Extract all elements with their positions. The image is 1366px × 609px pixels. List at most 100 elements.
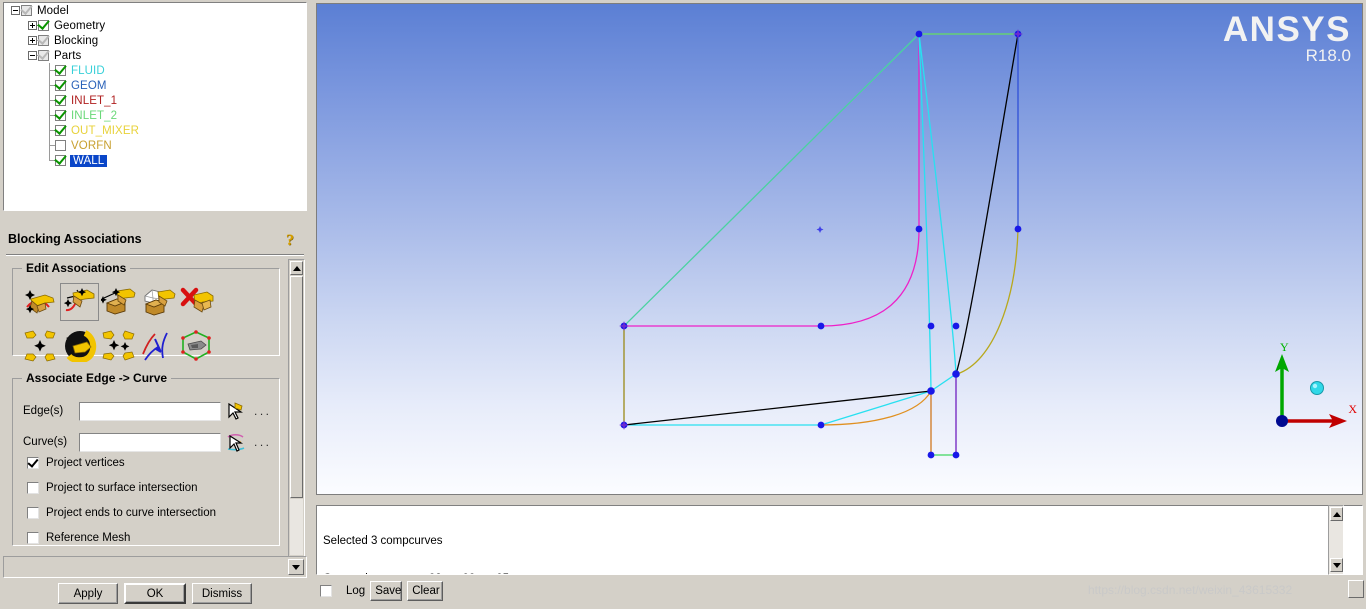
tree-item-vorfn[interactable]: VORFN xyxy=(4,138,306,153)
associate-vertex-to-point-icon[interactable] xyxy=(21,283,60,321)
select-edges-cursor-icon[interactable] xyxy=(224,401,248,422)
tree-item-geometry[interactable]: Geometry xyxy=(4,18,306,33)
message-log-text: Selected 3 compcurves Grouped curves: cr… xyxy=(323,510,509,575)
update-all-associations-icon[interactable] xyxy=(177,327,216,365)
message-scroll-down-button[interactable] xyxy=(1330,558,1343,572)
tree-item-label: FLUID xyxy=(71,64,105,77)
tree-item-model[interactable]: Model xyxy=(4,3,306,18)
collapse-minus-icon[interactable] xyxy=(28,51,37,60)
project-vertices-row[interactable]: Project vertices xyxy=(27,457,125,469)
tree-item-parts[interactable]: Parts xyxy=(4,48,306,63)
project-vertices-label: Project vertices xyxy=(46,457,125,469)
panel-bottom-strip[interactable] xyxy=(3,556,307,578)
association-icon-row-1 xyxy=(21,283,216,321)
tree-checkbox[interactable] xyxy=(55,155,66,166)
select-curves-cursor-icon[interactable] xyxy=(224,432,248,453)
panel-scroll-track[interactable] xyxy=(290,499,303,555)
apply-button[interactable]: Apply xyxy=(58,583,118,604)
move-vertex-to-point-icon[interactable] xyxy=(99,327,138,365)
panel-scroll-thumb[interactable] xyxy=(290,276,303,498)
tree-checkbox[interactable] xyxy=(38,20,49,31)
curve-field-label: Curve(s) xyxy=(23,436,68,448)
panel-vertical-scrollbar[interactable] xyxy=(288,259,305,572)
collapse-minus-icon[interactable] xyxy=(11,6,20,15)
tree-checkbox[interactable] xyxy=(38,35,49,46)
curve-more-dots[interactable]: ... xyxy=(254,435,272,449)
message-line: Grouped curves: crv.02 crv.00 crv.05 xyxy=(323,573,509,575)
project-vertices-checkbox[interactable] xyxy=(27,457,39,469)
tree-checkbox[interactable] xyxy=(21,5,32,16)
axis-label-x: X xyxy=(1348,402,1357,416)
curve-field-row: Curve(s) ... xyxy=(23,431,272,453)
project-surface-intersection-row[interactable]: Project to surface intersection xyxy=(27,482,198,494)
message-scroll-up-button[interactable] xyxy=(1330,507,1343,521)
expand-plus-icon[interactable] xyxy=(28,21,37,30)
project-ends-curve-intersection-label: Project ends to curve intersection xyxy=(46,507,217,519)
expand-plus-icon[interactable] xyxy=(28,36,37,45)
axis-label-y: Y xyxy=(1280,340,1289,354)
tree-item-label: VORFN xyxy=(71,139,112,152)
tree-item-inlet_1[interactable]: INLET_1 xyxy=(4,93,306,108)
tree-item-label: OUT_MIXER xyxy=(71,124,139,137)
model-tree[interactable]: Model Geometry Blocking Parts FLUID GEOM INLET… xyxy=(3,2,307,211)
tree-item-fluid[interactable]: FLUID xyxy=(4,63,306,78)
associate-edge-curve-group: Associate Edge -> Curve Edge(s) ... Curv… xyxy=(12,371,280,546)
associate-block-to-volume-icon[interactable] xyxy=(138,283,177,321)
tree-item-inlet_2[interactable]: INLET_2 xyxy=(4,108,306,123)
reference-mesh-row[interactable]: Reference Mesh xyxy=(27,532,130,544)
dismiss-button[interactable]: Dismiss xyxy=(192,583,252,604)
panel-button-row: Apply OK Dismiss xyxy=(0,583,310,605)
panel-scroll-up-button[interactable] xyxy=(290,261,303,275)
curve-input[interactable] xyxy=(79,432,221,452)
tree-item-label: INLET_1 xyxy=(71,94,118,107)
graphics-viewport[interactable]: ANSYS R18.0 X Y xyxy=(316,3,1363,495)
reset-associations-icon[interactable] xyxy=(60,327,99,365)
tree-item-wall[interactable]: WALL xyxy=(4,153,306,168)
tree-checkbox[interactable] xyxy=(55,80,66,91)
log-label: Log xyxy=(346,585,366,597)
associate-edge-to-curve-icon[interactable] xyxy=(60,283,99,321)
chevron-down-icon[interactable] xyxy=(288,559,304,575)
tree-checkbox[interactable] xyxy=(55,125,66,136)
project-ends-curve-intersection-row[interactable]: Project ends to curve intersection xyxy=(27,507,216,519)
tree-checkbox[interactable] xyxy=(55,95,66,106)
tree-checkbox[interactable] xyxy=(38,50,49,61)
disassociate-from-geometry-icon[interactable] xyxy=(177,283,216,321)
snap-project-vertices-icon[interactable] xyxy=(138,327,177,365)
edge-more-dots[interactable]: ... xyxy=(254,404,272,418)
tree-item-blocking[interactable]: Blocking xyxy=(4,33,306,48)
tree-item-label: Blocking xyxy=(54,34,99,47)
help-question-icon[interactable]: ? xyxy=(281,231,299,251)
tree-item-label: GEOM xyxy=(71,79,107,92)
associate-edge-curve-legend: Associate Edge -> Curve xyxy=(22,371,172,385)
resize-grip[interactable] xyxy=(1348,580,1364,598)
ansys-icem-window: Model Geometry Blocking Parts FLUID GEOM INLET… xyxy=(0,0,1366,609)
tree-checkbox[interactable] xyxy=(55,140,66,151)
tree-checkbox[interactable] xyxy=(55,65,66,76)
tree-item-label: WALL xyxy=(70,154,108,167)
project-surface-intersection-checkbox[interactable] xyxy=(27,482,39,494)
edge-input[interactable] xyxy=(79,401,221,421)
edge-field-row: Edge(s) ... xyxy=(23,400,272,422)
ok-button[interactable]: OK xyxy=(124,583,186,604)
tree-checkbox[interactable] xyxy=(55,110,66,121)
message-log-area[interactable]: Selected 3 compcurves Grouped curves: cr… xyxy=(316,505,1363,575)
panel-scroll-content: Edit Associations Associate Edge -> Curv… xyxy=(3,259,286,572)
blocking-wireframe xyxy=(619,29,1023,459)
tree-item-geom[interactable]: GEOM xyxy=(4,78,306,93)
reference-mesh-label: Reference Mesh xyxy=(46,532,131,544)
reference-mesh-checkbox[interactable] xyxy=(27,532,39,544)
watermark-text: https://blog.csdn.net/weixin_43615332 xyxy=(1088,583,1293,597)
associate-face-to-surface-icon[interactable] xyxy=(99,283,138,321)
tree-item-out_mixer[interactable]: OUT_MIXER xyxy=(4,123,306,138)
clear-log-button[interactable]: Clear xyxy=(407,581,444,601)
save-log-button[interactable]: Save xyxy=(370,581,403,601)
message-vertical-scrollbar[interactable] xyxy=(1328,505,1344,575)
log-checkbox[interactable] xyxy=(320,585,332,597)
project-ends-curve-intersection-checkbox[interactable] xyxy=(27,507,39,519)
left-control-panel: Model Geometry Blocking Parts FLUID GEOM INLET… xyxy=(0,0,310,609)
group-ungroup-curves-icon[interactable] xyxy=(21,327,60,365)
status-bar: Log Save Clear xyxy=(320,580,444,602)
axis-triad[interactable]: X Y xyxy=(1249,336,1359,446)
panel-title: Blocking Associations xyxy=(8,232,142,246)
